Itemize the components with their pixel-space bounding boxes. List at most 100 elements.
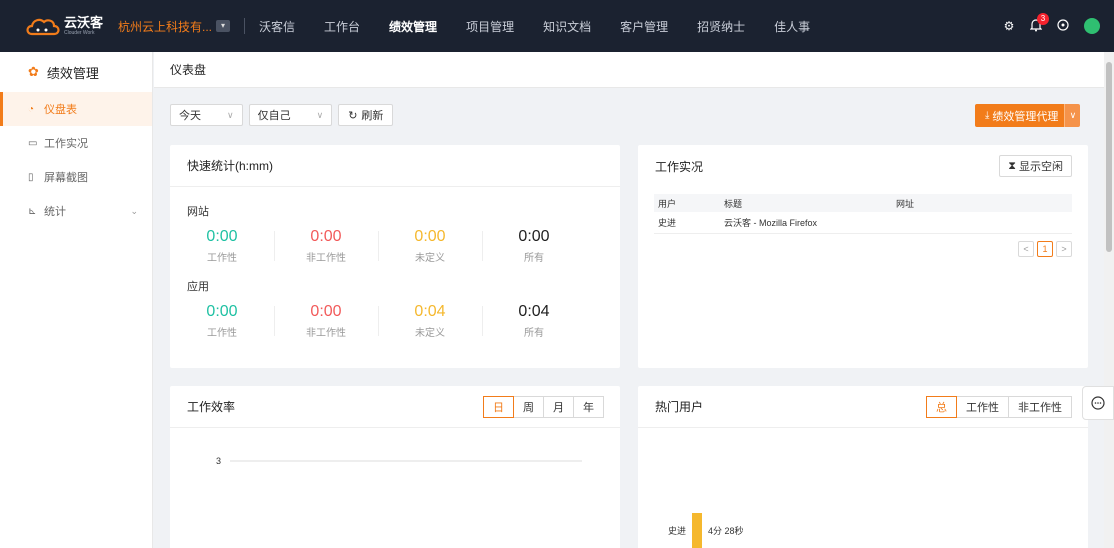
company-switcher[interactable]: 杭州云上科技有... ▾ (118, 18, 231, 35)
sidebar-item-work-live[interactable]: ▭ 工作实况 (0, 126, 152, 160)
filter-nonwork[interactable]: 非工作性 (1008, 396, 1072, 418)
column-header: 用户 (658, 198, 677, 209)
work-live-card: 工作实况 ⧗ 显示空闲 用户 标题 网址 史进 云沃客 - Mozilla Fi… (638, 145, 1088, 368)
show-idle-button[interactable]: ⧗ 显示空闲 (999, 155, 1072, 177)
nav-item-knowledge[interactable]: 知识文档 (543, 18, 591, 35)
sidebar-item-dashboard[interactable]: ◔ 仪盘表 (0, 92, 152, 126)
y-tick-label: 3 (216, 456, 221, 466)
period-year[interactable]: 年 (573, 396, 604, 418)
period-toggle: 日 周 月 年 (483, 396, 604, 418)
nav-item-woke-chat[interactable]: 沃客信 (259, 18, 295, 35)
agent-download: ⤓ 绩效管理代理 ∨ (975, 104, 1081, 127)
agent-download-button[interactable]: ⤓ 绩效管理代理 (975, 104, 1065, 127)
period-month[interactable]: 月 (543, 396, 574, 418)
stat-value: 0:00 (206, 228, 238, 245)
stat-label: 工作性 (207, 328, 237, 339)
page-number[interactable]: 1 (1037, 241, 1053, 257)
hot-users-title: 热门用户 (655, 400, 704, 414)
nav-item-recruiting[interactable]: 招贤纳士 (697, 18, 745, 35)
sidebar-item-label: 工作实况 (44, 138, 88, 150)
card-title: 工作实况 ⧗ 显示空闲 (638, 145, 1088, 187)
period-week[interactable]: 周 (513, 396, 544, 418)
hot-users-chart: 史进 4分 28秒 (668, 513, 744, 548)
refresh-icon: ↻ (348, 109, 358, 122)
card-title: 热门用户 总 工作性 非工作性 (638, 386, 1088, 428)
column-header: 网址 (896, 198, 915, 209)
stat-label: 非工作性 (306, 328, 346, 339)
next-page-button[interactable]: > (1056, 241, 1072, 257)
stat-value: 0:00 (518, 228, 550, 245)
nav-item-hr[interactable]: 佳人事 (774, 18, 810, 35)
period-day[interactable]: 日 (483, 396, 514, 418)
chat-icon[interactable] (1082, 386, 1114, 420)
settings-icon[interactable]: ⚙ (1002, 19, 1016, 33)
chart-icon: ⊾ (28, 205, 37, 217)
work-live-title: 工作实况 (655, 159, 704, 174)
dashboard-icon: ◔ (28, 103, 35, 115)
logo-text: 云沃客 (64, 15, 104, 30)
divider (244, 18, 246, 34)
cloud-logo-icon (24, 14, 62, 38)
monitor-icon: ▭ (28, 137, 38, 149)
performance-icon: ✿ (28, 64, 39, 79)
company-name: 杭州云上科技有... (118, 19, 213, 34)
sidebar-item-label: 统计 (44, 206, 66, 218)
avatar[interactable] (1084, 18, 1100, 34)
stat-label: 未定义 (415, 253, 445, 264)
nav-item-performance[interactable]: 绩效管理 (389, 18, 437, 35)
bell-icon[interactable]: 3 (1029, 13, 1049, 33)
category-label: 史进 (668, 525, 686, 536)
stat-value: 0:00 (206, 303, 238, 320)
stat-label: 未定义 (415, 328, 445, 339)
filter-work[interactable]: 工作性 (956, 396, 1009, 418)
sidebar-title: 绩效管理 (46, 65, 99, 81)
stat-value: 0:04 (518, 303, 550, 320)
notification-badge: 3 (1037, 13, 1049, 25)
logo[interactable]: 云沃客 Clouder Work (24, 14, 110, 38)
filter-toggle: 总 工作性 非工作性 (926, 396, 1072, 418)
efficiency-card: 工作效率 日 周 月 年 3 (170, 386, 620, 548)
agent-dropdown-button[interactable]: ∨ (1064, 104, 1081, 127)
screenshot-icon: ▯ (28, 171, 34, 183)
nav-item-workbench[interactable]: 工作台 (324, 18, 360, 35)
hourglass-icon: ⧗ (1008, 159, 1016, 172)
nav-item-customers[interactable]: 客户管理 (620, 18, 668, 35)
quick-stats-card: 快速统计(h:mm) 网站 0:00 工作性 0:00 非工作性 0:00 未定义 0… (170, 145, 620, 368)
bar (692, 513, 702, 548)
download-icon: ⤓ (985, 110, 990, 121)
help-icon[interactable] (1056, 19, 1070, 33)
card-title: 工作效率 日 周 月 年 (170, 386, 620, 428)
page-title: 仪表盘 (154, 52, 1104, 88)
sidebar-item-statistics[interactable]: ⊾ 统计 ⌄ (0, 194, 152, 228)
app-stats: 0:00 工作性 0:00 非工作性 0:04 未定义 0:04 所有 (170, 302, 620, 339)
chevron-down-icon: ∨ (227, 109, 234, 120)
filter-toolbar: 今天 ∨ 仅自己 ∨ ↻ 刷新 (170, 104, 394, 126)
sidebar-header: ✿ 绩效管理 (0, 52, 152, 92)
chevron-down-icon: ⌄ (130, 205, 138, 216)
prev-page-button[interactable]: < (1018, 241, 1034, 257)
sidebar-item-screenshots[interactable]: ▯ 屏幕截图 (0, 160, 152, 194)
top-navbar: 云沃客 Clouder Work 杭州云上科技有... ▾ 沃客信 工作台 绩效… (0, 0, 1114, 52)
scrollbar-thumb[interactable] (1106, 62, 1112, 252)
chevron-down-icon: ∨ (316, 109, 324, 120)
stat-label: 非工作性 (306, 253, 346, 264)
efficiency-title: 工作效率 (187, 400, 236, 414)
stat-label: 工作性 (207, 253, 237, 264)
app-label: 应用 (187, 281, 209, 293)
show-idle-label: 显示空闲 (1019, 161, 1063, 173)
main-nav: 沃客信 工作台 绩效管理 项目管理 知识文档 客户管理 招贤纳士 佳人事 (259, 18, 839, 35)
refresh-button[interactable]: ↻ 刷新 (338, 104, 394, 126)
filter-total[interactable]: 总 (926, 396, 957, 418)
table-row[interactable]: 史进 云沃客 - Mozilla Firefox (654, 212, 1072, 234)
scope-select[interactable]: 仅自己 ∨ (248, 104, 333, 126)
cell-user: 史进 (658, 218, 677, 228)
stat-value: 0:00 (414, 228, 446, 245)
chevron-down-icon: ▾ (216, 20, 231, 32)
stat-value: 0:00 (310, 303, 342, 320)
date-range-select[interactable]: 今天 ∨ (170, 104, 243, 126)
cell-title: 云沃客 - Mozilla Firefox (724, 218, 818, 228)
page-scrollbar[interactable] (1104, 52, 1114, 548)
sidebar-item-label: 仪盘表 (44, 104, 77, 116)
date-range-value: 今天 (179, 110, 201, 122)
nav-item-projects[interactable]: 项目管理 (466, 18, 514, 35)
